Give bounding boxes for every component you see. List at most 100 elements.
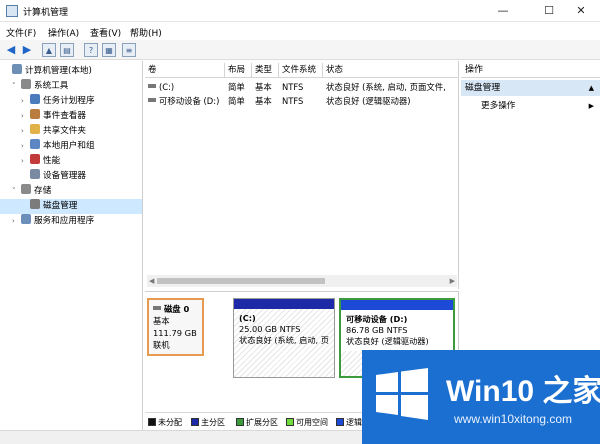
submenu-arrow-icon: ▶ xyxy=(588,102,594,110)
tree-item-label: 系统工具 xyxy=(34,81,69,91)
volume-layout: 简单 xyxy=(228,82,245,92)
volume-list: 卷 布局 类型 文件系统 状态 (C:) 简单 基本 NTFS 状态良好 (系统… xyxy=(145,61,459,289)
forward-arrow-icon[interactable]: ▶ xyxy=(20,43,34,57)
collapse-up-icon[interactable]: ▲ xyxy=(589,80,594,96)
tree-item-label: 共享文件夹 xyxy=(43,126,86,136)
column-type[interactable]: 类型 xyxy=(252,63,279,78)
tree-item[interactable]: 设备管理器 xyxy=(0,169,142,184)
tree-item[interactable]: ˅ 存储 xyxy=(0,184,142,199)
volume-status: 状态良好 (系统, 启动, 页面文件, xyxy=(326,82,446,92)
tree-item[interactable]: 磁盘管理 xyxy=(0,199,142,214)
disk-icon xyxy=(153,306,161,310)
close-button[interactable]: ✕ xyxy=(562,0,600,22)
services-icon xyxy=(21,214,31,224)
menu-view[interactable]: 查看(V) xyxy=(90,26,121,39)
scroll-right-icon[interactable]: ▶ xyxy=(450,275,455,287)
tree-item[interactable]: › 事件查看器 xyxy=(0,109,142,124)
actions-section-label: 磁盘管理 xyxy=(465,83,501,93)
expand-arrow-icon[interactable]: › xyxy=(21,94,30,109)
volume-row[interactable]: (C:) 简单 基本 NTFS 状态良好 (系统, 启动, 页面文件, xyxy=(145,80,459,94)
tree-item[interactable]: › 性能 xyxy=(0,154,142,169)
volume-list-header: 卷 布局 类型 文件系统 状态 xyxy=(145,63,459,78)
column-volume[interactable]: 卷 xyxy=(145,63,225,78)
expand-arrow-icon[interactable]: ˅ xyxy=(12,79,21,94)
tree-item[interactable]: › 任务计划程序 xyxy=(0,94,142,109)
computer-icon xyxy=(12,64,22,74)
column-status[interactable]: 状态 xyxy=(323,63,459,78)
tree-item[interactable]: 计算机管理(本地) xyxy=(0,64,142,79)
volume-filesystem: NTFS xyxy=(282,96,304,106)
disk-state: 联机 xyxy=(153,340,170,350)
volume-filesystem: NTFS xyxy=(282,82,304,92)
watermark: Win10 之家 www.win10xitong.com xyxy=(362,350,600,444)
tree-item-label: 磁盘管理 xyxy=(43,201,78,211)
tree-item[interactable]: ˅ 系统工具 xyxy=(0,79,142,94)
drive-icon xyxy=(148,98,156,102)
legend-swatch xyxy=(336,418,344,426)
more-actions-item[interactable]: 更多操作 ▶ xyxy=(481,99,600,113)
drive-icon xyxy=(148,84,156,88)
column-layout[interactable]: 布局 xyxy=(225,63,252,78)
volume-row[interactable]: 可移动设备 (D:) 简单 基本 NTFS 状态良好 (逻辑驱动器) xyxy=(145,94,459,108)
show-hide-tree-icon[interactable]: ▤ xyxy=(60,43,74,57)
column-filesystem[interactable]: 文件系统 xyxy=(279,63,323,78)
partition-label: (C:) xyxy=(239,313,256,323)
windows-logo-icon xyxy=(376,368,428,420)
scroll-left-icon[interactable]: ◀ xyxy=(149,275,154,287)
partition-status: 状态良好 (逻辑驱动器) xyxy=(346,336,429,346)
legend-swatch xyxy=(286,418,294,426)
performance-icon xyxy=(30,154,40,164)
legend-swatch xyxy=(236,418,244,426)
expand-arrow-icon[interactable]: ˅ xyxy=(12,184,21,199)
volume-layout: 简单 xyxy=(228,96,245,106)
tree-item-label: 设备管理器 xyxy=(43,171,86,181)
help-icon[interactable]: ? xyxy=(84,43,98,57)
clock-icon xyxy=(30,94,40,104)
users-icon xyxy=(30,139,40,149)
tree-item-label: 计算机管理(本地) xyxy=(25,66,92,76)
tree-item[interactable]: › 服务和应用程序 xyxy=(0,214,142,229)
back-arrow-icon[interactable]: ◀ xyxy=(4,43,18,57)
expand-arrow-icon[interactable]: › xyxy=(21,109,30,124)
tree-item[interactable]: › 共享文件夹 xyxy=(0,124,142,139)
tree-item-label: 存储 xyxy=(34,186,52,196)
actions-section-disk-management[interactable]: 磁盘管理 ▲ xyxy=(461,80,600,96)
menu-file[interactable]: 文件(F) xyxy=(6,26,36,39)
scrollbar-thumb[interactable] xyxy=(157,278,325,284)
tree-item-label: 性能 xyxy=(43,156,61,166)
partition-size: 86.78 GB NTFS xyxy=(346,325,408,335)
volume-type: 基本 xyxy=(255,96,272,106)
tree-item-label: 任务计划程序 xyxy=(43,96,95,106)
disk-name: 磁盘 0 xyxy=(164,304,190,314)
partition-c[interactable]: (C:) 25.00 GB NTFS 状态良好 (系统, 启动, 页 xyxy=(233,298,335,378)
computer-management-icon xyxy=(6,5,18,17)
menu-action[interactable]: 操作(A) xyxy=(48,26,79,39)
disk-0-label[interactable]: 磁盘 0 基本 111.79 GB 联机 xyxy=(147,298,204,356)
actions-header: 操作 xyxy=(461,63,600,78)
expand-arrow-icon[interactable]: › xyxy=(21,139,30,154)
up-folder-icon[interactable]: ▲ xyxy=(42,43,56,57)
volume-name: 可移动设备 (D:) xyxy=(148,94,228,108)
horizontal-scrollbar[interactable]: ◀ ▶ xyxy=(147,275,457,287)
tree-item[interactable]: › 本地用户和组 xyxy=(0,139,142,154)
device-icon xyxy=(30,169,40,179)
watermark-url: www.win10xitong.com xyxy=(454,412,573,426)
disk-type: 基本 xyxy=(153,316,170,326)
expand-arrow-icon[interactable]: › xyxy=(12,214,21,229)
properties-icon[interactable]: ▦ xyxy=(102,43,116,57)
minimize-button[interactable]: — xyxy=(484,0,522,22)
volume-name: (C:) xyxy=(148,80,224,94)
tree-item-label: 本地用户和组 xyxy=(43,141,95,151)
window-title: 计算机管理 xyxy=(23,8,69,18)
tools-icon xyxy=(21,79,31,89)
toolbar: ◀ ▶ ▲ ▤ ? ▦ ≡ xyxy=(0,40,600,60)
console-icon[interactable]: ≡ xyxy=(122,43,136,57)
legend-item-free-space: 可用空间 xyxy=(286,417,328,428)
volume-type: 基本 xyxy=(255,82,272,92)
legend-swatch xyxy=(191,418,199,426)
storage-icon xyxy=(21,184,31,194)
expand-arrow-icon[interactable]: › xyxy=(21,154,30,169)
expand-arrow-icon[interactable]: › xyxy=(21,124,30,139)
menu-help[interactable]: 帮助(H) xyxy=(130,26,162,39)
legend-swatch xyxy=(148,418,156,426)
